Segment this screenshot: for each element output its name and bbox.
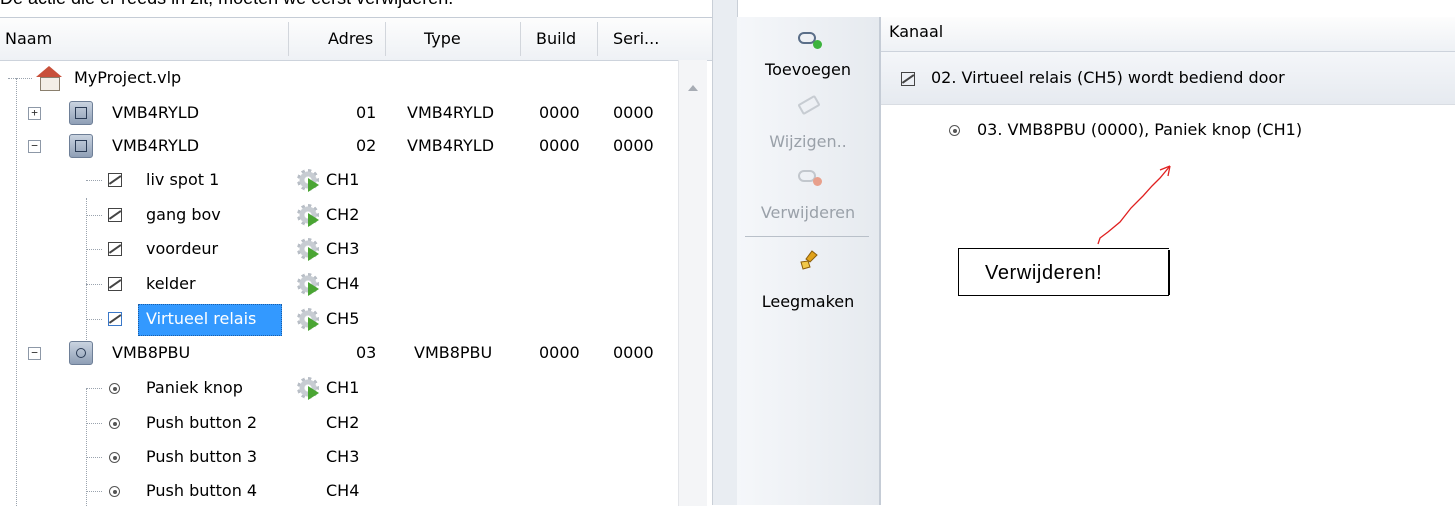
annotation-arrow: [1097, 165, 1171, 245]
callout-border: [1168, 250, 1170, 295]
annotation-callout: Verwijderen!: [958, 248, 1169, 296]
annotation-label: Verwijderen!: [985, 262, 1103, 284]
